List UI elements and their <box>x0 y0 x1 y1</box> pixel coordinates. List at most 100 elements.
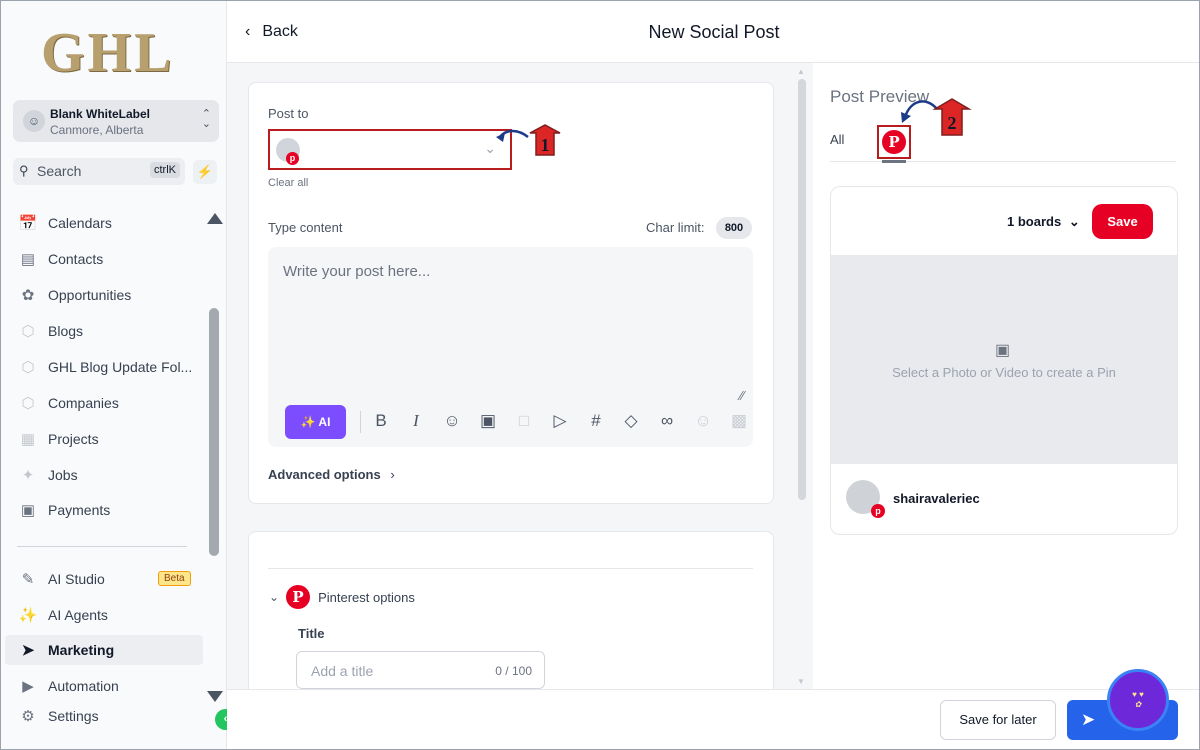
clear-all-link[interactable]: Clear all <box>268 177 308 189</box>
sidebar-item-ai-agents[interactable]: ✨ AI Agents <box>17 600 203 630</box>
sidebar-item-projects[interactable]: ▦ Projects <box>17 424 203 454</box>
section-divider <box>268 568 753 569</box>
scroll-down-arrow-icon[interactable]: ▼ <box>797 677 805 686</box>
pinterest-badge-icon: p <box>286 152 299 165</box>
chevron-down-icon: ⌄ <box>1068 214 1080 229</box>
sidebar-item-ghl-blog-update[interactable]: ⬡ GHL Blog Update Fol... <box>17 352 203 382</box>
post-to-label: Post to <box>268 106 309 121</box>
pin-title-input[interactable]: Add a title 0 / 100 <box>296 651 545 689</box>
ai-button[interactable]: ✨ AI <box>285 405 346 439</box>
image-icon: ▣ <box>995 342 1011 359</box>
toolbar-separator <box>360 411 361 433</box>
sidebar-item-marketing[interactable]: ➤ Marketing <box>5 635 203 665</box>
brand-logo: GHL <box>41 22 175 84</box>
post-content-placeholder: Write your post here... <box>283 263 431 280</box>
pinterest-options-toggle[interactable]: ⌄ P Pinterest options <box>269 585 415 609</box>
page-header: ‹ Back New Social Post <box>227 1 1199 63</box>
annotation-arrow-2: 2 <box>901 98 972 136</box>
calendar-icon: 📅 <box>18 215 38 232</box>
text-format-icon[interactable]: ▩ <box>728 411 750 431</box>
app-window: GHL ☺ Blank WhiteLabel Canmore, Alberta … <box>0 0 1200 750</box>
chevron-down-icon: ⌄ <box>269 590 280 604</box>
scroll-down-arrow-icon[interactable] <box>207 691 223 702</box>
sidebar-item-contacts[interactable]: ▤ Contacts <box>17 244 203 274</box>
annotation-arrow-1: 1 <box>496 124 561 156</box>
page-title: New Social Post <box>648 22 780 42</box>
boards-dropdown[interactable]: 1 boards ⌄ <box>1007 214 1080 230</box>
automation-icon: ▶ <box>22 678 34 695</box>
search-shortcut: ctrlK <box>150 162 180 178</box>
pin-save-button[interactable]: Save <box>1092 204 1153 239</box>
media-hint-text: Select a Photo or Video to create a Pin <box>892 365 1116 380</box>
cube-icon: ⬡ <box>21 395 35 412</box>
post-to-select[interactable]: p ⌄ <box>268 129 512 170</box>
sidebar-item-label: Marketing <box>48 642 115 658</box>
tab-all[interactable]: All <box>830 132 844 147</box>
payments-icon: ▣ <box>20 502 36 519</box>
preview-username: shairavaleriec <box>893 491 980 506</box>
sidebar-item-label: Contacts <box>48 251 104 267</box>
save-for-later-button[interactable]: Save for later <box>940 700 1056 740</box>
sidebar-item-opportunities[interactable]: ✿ Opportunities <box>17 280 203 310</box>
sidebar: GHL ☺ Blank WhiteLabel Canmore, Alberta … <box>1 1 236 749</box>
scroll-up-arrow-icon[interactable] <box>207 213 223 224</box>
sidebar-item-label: Payments <box>48 502 111 518</box>
tag-icon[interactable]: ◇ <box>620 411 642 431</box>
video-icon[interactable]: ▷ <box>549 411 571 431</box>
bold-icon[interactable]: B <box>370 411 392 431</box>
editor-scrollbar[interactable] <box>798 79 806 500</box>
account-name: Blank WhiteLabel <box>50 107 151 121</box>
sidebar-search[interactable]: ⚲ Search ctrlK <box>13 158 185 185</box>
advanced-options-toggle[interactable]: Advanced options › <box>268 467 395 482</box>
sidebar-scrollbar[interactable] <box>209 308 219 556</box>
contacts-icon: ▤ <box>20 251 36 268</box>
active-tab-indicator <box>882 160 906 163</box>
hashtag-icon[interactable]: # <box>585 411 607 431</box>
italic-icon[interactable]: I <box>405 411 427 431</box>
beta-badge: Beta <box>158 571 191 586</box>
sidebar-item-blogs[interactable]: ⬡ Blogs <box>17 316 203 346</box>
decorative-sticker: ♥ ♥ ✿ <box>1107 669 1169 731</box>
account-location: Canmore, Alberta <box>50 123 144 137</box>
document-icon[interactable]: □ <box>513 411 535 431</box>
sidebar-item-automation[interactable]: ▶ Automation <box>17 671 203 701</box>
sidebar-item-label: Automation <box>48 678 119 694</box>
image-icon[interactable]: ▣ <box>477 411 499 431</box>
sidebar-item-settings[interactable]: ⚙ Settings <box>17 701 203 731</box>
emoji-icon[interactable]: ☺ <box>441 411 463 431</box>
sidebar-item-companies[interactable]: ⬡ Companies <box>17 388 203 418</box>
annotation-number: 2 <box>948 113 957 133</box>
sidebar-item-payments[interactable]: ▣ Payments <box>17 495 203 525</box>
pin-title-placeholder: Add a title <box>311 663 374 679</box>
ai-studio-icon: ✎ <box>21 571 35 588</box>
sidebar-item-calendars[interactable]: 📅 Calendars <box>17 208 203 238</box>
chevron-right-icon: › <box>390 467 395 482</box>
sparkles-icon: ✨ <box>300 415 316 429</box>
scroll-up-arrow-icon[interactable]: ▲ <box>797 67 805 76</box>
sidebar-item-label: Jobs <box>48 467 78 483</box>
sidebar-item-label: AI Studio <box>48 571 105 587</box>
link-icon[interactable]: ∞ <box>656 411 678 431</box>
search-icon: ⚲ <box>19 163 29 178</box>
gear-icon: ⚙ <box>21 708 35 725</box>
quick-action-bolt-icon[interactable]: ⚡ <box>193 160 217 184</box>
opportunities-icon: ✿ <box>21 287 35 304</box>
type-content-label: Type content <box>268 220 343 235</box>
char-limit-badge: 800 <box>716 217 752 239</box>
search-label: Search <box>37 163 82 179</box>
user-tag-icon[interactable]: ☺ <box>692 411 714 431</box>
sidebar-item-label: Projects <box>48 431 99 447</box>
account-switcher[interactable]: ☺ Blank WhiteLabel Canmore, Alberta ⌃ ⌄ <box>13 100 219 142</box>
title-label: Title <box>298 626 325 641</box>
sidebar-item-label: Opportunities <box>48 287 132 303</box>
sidebar-item-label: Settings <box>48 708 99 724</box>
chevron-updown-icon: ⌃ ⌄ <box>201 108 211 130</box>
pinterest-badge-icon: p <box>871 504 885 518</box>
sidebar-item-jobs[interactable]: ✦ Jobs <box>17 460 203 490</box>
sidebar-item-label: GHL Blog Update Fol... <box>48 359 193 375</box>
cube-icon: ⬡ <box>21 323 35 340</box>
send-icon: ➤ <box>1081 710 1096 729</box>
resize-handle-icon[interactable]: ∕∕ <box>740 388 744 403</box>
jobs-icon: ✦ <box>21 467 35 484</box>
sidebar-divider <box>17 546 187 547</box>
